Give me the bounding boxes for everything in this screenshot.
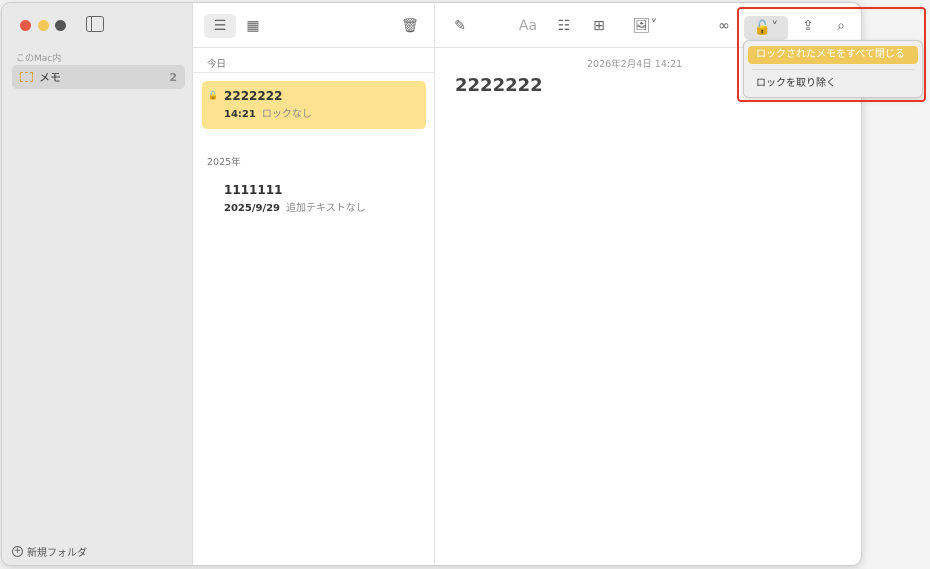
sidebar: このMac内 メモ 2 + 新規フォルダ xyxy=(2,3,193,565)
folder-icon xyxy=(20,72,33,82)
sidebar-item-memo[interactable]: メモ 2 xyxy=(12,65,185,89)
gallery-view-icon[interactable]: ▦ xyxy=(242,14,264,38)
table-icon[interactable]: ⊞ xyxy=(588,15,610,37)
folder-label: メモ xyxy=(39,71,61,84)
sidebar-toggle-icon[interactable] xyxy=(86,16,104,32)
folder-count: 2 xyxy=(169,70,177,84)
notes-window: このMac内 メモ 2 + 新規フォルダ ☰ ▦ 🗑 今日 🔓 2222222 … xyxy=(1,2,862,566)
new-folder-label: 新規フォルダ xyxy=(27,548,87,559)
note-body-title[interactable]: 2222222 xyxy=(455,75,543,96)
note-item[interactable]: 🔓 2222222 14:21 ロックなし xyxy=(202,81,426,129)
note-item[interactable]: 1111111 2025/9/29 追加テキストなし xyxy=(202,175,426,215)
note-title: 1111111 xyxy=(224,183,283,197)
list-view-icon[interactable]: ☰ xyxy=(204,14,236,38)
note-title: 2222222 xyxy=(224,89,283,103)
note-preview: 追加テキストなし xyxy=(286,203,366,214)
note-time: 14:21 xyxy=(224,109,256,120)
section-header: このMac内 xyxy=(16,54,62,64)
trash-icon[interactable]: 🗑 xyxy=(399,14,421,38)
media-icon[interactable]: 🖼˅ xyxy=(628,15,662,37)
checklist-icon[interactable]: ☷ xyxy=(553,15,575,37)
group-header-2025: 2025年 xyxy=(207,157,241,168)
close-button[interactable] xyxy=(20,20,31,31)
minimize-button[interactable] xyxy=(38,20,49,31)
collaborate-icon[interactable]: ∞ xyxy=(713,15,735,37)
highlight-box xyxy=(737,7,926,102)
new-folder-button[interactable]: + 新規フォルダ xyxy=(12,544,87,559)
zoom-button[interactable] xyxy=(55,20,66,31)
plus-circle-icon: + xyxy=(12,546,23,557)
lock-open-icon: 🔓 xyxy=(208,91,218,100)
compose-icon[interactable]: ✎ xyxy=(449,15,471,37)
note-preview: ロックなし xyxy=(261,109,312,120)
group-header-today: 今日 xyxy=(207,59,227,70)
note-list: ☰ ▦ 🗑 今日 🔓 2222222 14:21 ロックなし 2025年 1111… xyxy=(193,3,435,565)
note-date: 2026年2月4日 14:21 xyxy=(587,59,683,70)
format-icon[interactable]: Aa xyxy=(517,15,539,37)
note-time: 2025/9/29 xyxy=(224,203,281,214)
